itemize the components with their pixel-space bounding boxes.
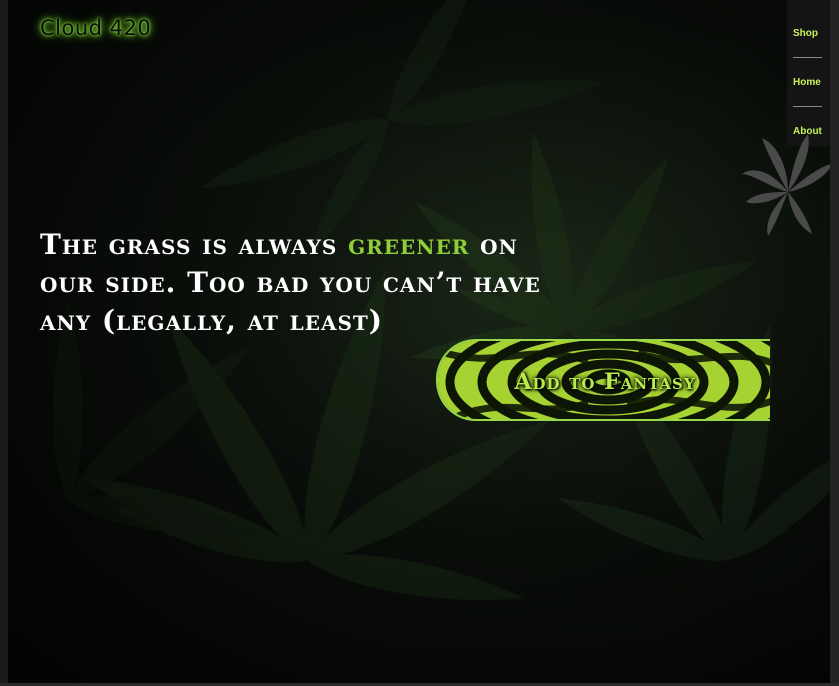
- page: Cloud 420 The grass is always greener on…: [0, 0, 839, 686]
- headline-text-start: The grass is always: [40, 228, 349, 261]
- nav-item-home[interactable]: Home: [793, 77, 821, 88]
- headline-accent-word: greener: [348, 228, 470, 261]
- brand-logo[interactable]: Cloud 420: [40, 16, 151, 40]
- nav-divider: [793, 106, 822, 107]
- hero-headline: The grass is always greener on our side.…: [40, 226, 580, 340]
- nav-divider: [793, 57, 822, 58]
- cannabis-leaf-icon: [742, 134, 832, 236]
- right-edge: [830, 0, 839, 686]
- add-to-fantasy-label: Add to Fantasy: [514, 369, 696, 395]
- hero-section: Cloud 420 The grass is always greener on…: [8, 0, 830, 683]
- add-to-fantasy-button[interactable]: Add to Fantasy: [436, 339, 770, 421]
- nav-item-shop[interactable]: Shop: [793, 28, 818, 39]
